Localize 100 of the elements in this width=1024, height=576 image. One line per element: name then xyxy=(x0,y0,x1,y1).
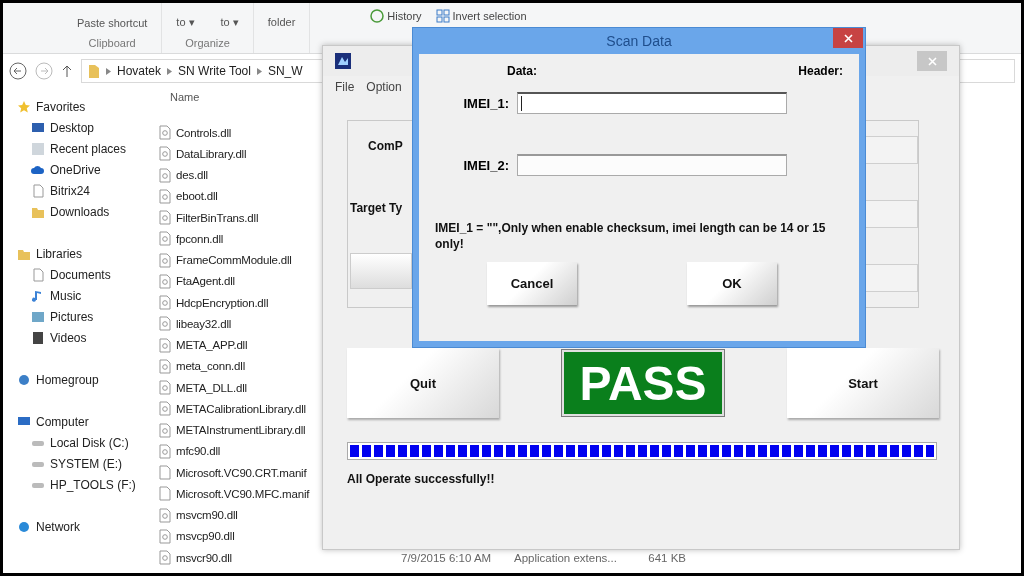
close-icon xyxy=(927,56,937,66)
ok-button[interactable]: OK xyxy=(687,262,777,305)
file-size: 641 KB xyxy=(648,551,686,564)
nav-item[interactable]: Bitrix24 xyxy=(17,180,157,201)
file-name[interactable]: msvcp90.dll xyxy=(176,530,235,543)
dialog-title: Scan Data xyxy=(606,33,672,49)
ribbon-group-label: Clipboard xyxy=(88,37,136,49)
file-type: Application extens... xyxy=(514,551,617,564)
app-icon xyxy=(335,53,351,69)
gear-file-icon xyxy=(159,528,171,544)
gear-file-icon xyxy=(159,273,171,289)
field-label: Target Ty xyxy=(350,201,403,215)
breadcrumb-item[interactable]: SN Write Tool xyxy=(178,64,251,78)
nav-item[interactable]: Favorites xyxy=(17,96,157,117)
file-icon xyxy=(159,465,171,481)
file-name[interactable]: mfc90.dll xyxy=(176,445,221,458)
nav-item[interactable]: Recent places xyxy=(17,138,157,159)
file-name[interactable]: Microsoft.VC90.MFC.manif xyxy=(176,487,310,500)
nav-item[interactable]: Documents xyxy=(17,264,157,285)
field-label: IMEI_1: xyxy=(462,95,509,111)
file-name[interactable]: libeay32.dll xyxy=(176,317,232,330)
imei-input[interactable] xyxy=(517,154,787,176)
menu-item[interactable]: File xyxy=(335,80,355,94)
gear-file-icon xyxy=(159,210,171,226)
file-name[interactable]: meta_conn.dll xyxy=(176,360,245,373)
file-name[interactable]: FrameCommModule.dll xyxy=(176,254,292,267)
up-arrow-icon[interactable] xyxy=(61,64,73,78)
grid-icon xyxy=(435,9,450,23)
close-icon xyxy=(843,33,853,43)
nav-item[interactable]: Homegroup xyxy=(17,369,157,390)
file-name[interactable]: msvcm90.dll xyxy=(176,509,238,522)
nav-item[interactable]: Videos xyxy=(17,327,157,348)
field-label: ComP xyxy=(368,139,403,153)
cancel-button[interactable]: Cancel xyxy=(487,262,577,305)
file-name[interactable]: META_APP.dll xyxy=(176,339,248,352)
nav-item[interactable]: Libraries xyxy=(17,243,157,264)
file-name[interactable]: FilterBinTrans.dll xyxy=(176,211,259,224)
gear-file-icon xyxy=(159,231,171,247)
nav-item[interactable]: HP_TOOLS (F:) xyxy=(17,474,157,495)
ribbon-command[interactable]: Paste shortcut xyxy=(77,17,148,29)
result-indicator: PASS xyxy=(562,350,724,416)
quit-button[interactable]: Quit xyxy=(347,348,499,418)
forward-icon[interactable] xyxy=(35,62,53,80)
nav-item[interactable]: OneDrive xyxy=(17,159,157,180)
hint-message: IMEI_1 = "",Only when enable checksum, imei length can be 14 or 15 only! xyxy=(435,220,827,252)
gear-file-icon xyxy=(159,507,171,523)
nav-item[interactable]: Music xyxy=(17,285,157,306)
file-name[interactable]: Controls.dll xyxy=(176,126,232,139)
close-button[interactable] xyxy=(833,28,863,48)
file-name[interactable]: DataLibrary.dll xyxy=(176,147,247,160)
clock-icon xyxy=(370,9,385,23)
chevron-icon xyxy=(167,67,173,75)
file-name[interactable]: METACalibrationLibrary.dll xyxy=(176,402,306,415)
monitor-icon xyxy=(31,120,45,135)
field-label: IMEI_2: xyxy=(462,157,509,173)
chevron-icon xyxy=(256,67,262,75)
column-label: Header: xyxy=(798,64,843,78)
file-icon xyxy=(159,486,171,502)
gear-file-icon xyxy=(159,337,171,353)
ribbon-command[interactable]: Invert selection xyxy=(435,9,527,23)
gear-file-icon xyxy=(159,380,171,396)
imei-input[interactable] xyxy=(517,92,787,114)
nav-item[interactable]: Computer xyxy=(17,411,157,432)
status-message: All Operate successfully!! xyxy=(347,472,495,486)
gear-file-icon xyxy=(159,550,171,566)
option-button[interactable] xyxy=(350,253,412,289)
nav-item[interactable]: Desktop xyxy=(17,117,157,138)
file-name[interactable]: HdcpEncryption.dll xyxy=(176,296,269,309)
chevron-icon xyxy=(106,67,111,75)
gear-file-icon xyxy=(159,146,171,162)
breadcrumb-item[interactable]: Hovatek xyxy=(117,64,162,78)
file-name[interactable]: msvcr90.dll xyxy=(176,551,232,564)
gear-file-icon xyxy=(159,358,171,374)
file-name[interactable]: META_DLL.dll xyxy=(176,381,247,394)
file-name[interactable]: FtaAgent.dll xyxy=(176,275,235,288)
nav-item[interactable]: Local Disk (C:) xyxy=(17,432,157,453)
ribbon-command[interactable]: folder xyxy=(267,16,296,28)
column-header[interactable]: Name xyxy=(157,88,200,109)
menu-item[interactable]: Option xyxy=(366,80,402,94)
ribbon-group-label: Organize xyxy=(185,37,230,49)
back-icon[interactable] xyxy=(9,62,27,80)
ribbon-command[interactable]: to ▾ xyxy=(220,16,239,29)
file-icon xyxy=(31,183,45,198)
star-icon xyxy=(17,99,31,114)
ribbon-command[interactable]: History xyxy=(370,9,422,23)
ribbon-command[interactable]: to ▾ xyxy=(176,16,195,29)
breadcrumb-item[interactable]: SN_W xyxy=(267,64,303,78)
file-date: 7/9/2015 6:10 AM xyxy=(401,551,492,564)
nav-item[interactable]: SYSTEM (E:) xyxy=(17,453,157,474)
gear-file-icon xyxy=(159,401,171,417)
file-name[interactable]: Microsoft.VC90.CRT.manif xyxy=(176,466,307,479)
file-name[interactable]: METAInstrumentLibrary.dll xyxy=(176,424,306,437)
file-name[interactable]: des.dll xyxy=(176,169,208,182)
file-name[interactable]: eboot.dll xyxy=(176,190,218,203)
nav-item[interactable]: Downloads xyxy=(17,201,157,222)
start-button[interactable]: Start xyxy=(787,348,939,418)
file-name[interactable]: fpconn.dll xyxy=(176,232,224,245)
nav-item[interactable]: Network xyxy=(17,516,157,537)
nav-item[interactable]: Pictures xyxy=(17,306,157,327)
column-label: Data: xyxy=(507,64,537,78)
